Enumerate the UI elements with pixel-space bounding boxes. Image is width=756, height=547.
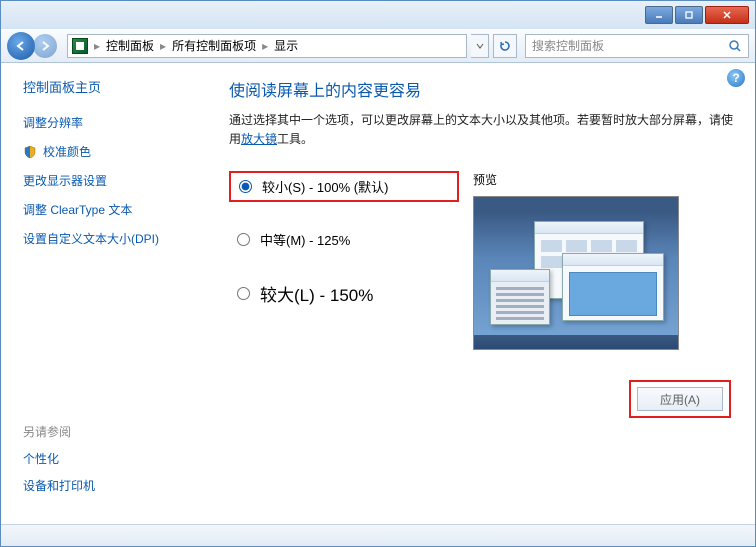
nav-buttons (7, 32, 57, 60)
shield-icon (23, 145, 37, 159)
address-dropdown-button[interactable] (471, 34, 489, 58)
option-label: 中等(M) - 125% (260, 230, 350, 249)
preview-image (473, 196, 679, 350)
navbar: ▸ 控制面板 ▸ 所有控制面板项 ▸ 显示 搜索控制面板 (1, 29, 755, 63)
preview-taskbar-icon (474, 335, 678, 349)
control-panel-home-link[interactable]: 控制面板主页 (19, 77, 201, 96)
help-icon[interactable]: ? (727, 69, 745, 87)
window: ▸ 控制面板 ▸ 所有控制面板项 ▸ 显示 搜索控制面板 控制面板主页 调整分辨… (0, 0, 756, 547)
sidebar-links: 调整分辨率 校准颜色 更改显示器设置 调整 ClearType 文本 设置自定义… (19, 114, 201, 247)
body: 控制面板主页 调整分辨率 校准颜色 更改显示器设置 调整 ClearType 文… (1, 63, 755, 524)
option-larger[interactable]: 较大(L) - 150% (229, 277, 459, 310)
radio-medium[interactable] (237, 233, 250, 246)
minimize-button[interactable] (645, 6, 673, 24)
breadcrumb[interactable]: 所有控制面板项 (172, 37, 256, 54)
sidebar-link-custom-dpi[interactable]: 设置自定义文本大小(DPI) (19, 230, 201, 247)
apply-highlight: 应用(A) (629, 380, 731, 418)
control-panel-icon (72, 38, 88, 54)
apply-button[interactable]: 应用(A) (637, 387, 723, 411)
back-button[interactable] (7, 32, 35, 60)
sidebar-link-cleartype[interactable]: 调整 ClearType 文本 (19, 201, 201, 218)
search-placeholder: 搜索控制面板 (532, 37, 728, 54)
main-panel: ? 使阅读屏幕上的内容更容易 通过选择其中一个选项，可以更改屏幕上的文本大小以及… (211, 63, 755, 524)
titlebar (1, 1, 755, 29)
maximize-button[interactable] (675, 6, 703, 24)
option-medium[interactable]: 中等(M) - 125% (229, 226, 459, 253)
breadcrumb[interactable]: 控制面板 (106, 37, 154, 54)
sidebar-link-calibrate-color[interactable]: 校准颜色 (19, 143, 201, 160)
statusbar (1, 524, 755, 546)
options-row: 较小(S) - 100% (默认) 中等(M) - 125% 较大(L) - 1… (229, 171, 735, 350)
see-also-devices-printers[interactable]: 设备和打印机 (23, 477, 201, 494)
magnifier-link[interactable]: 放大镜 (241, 132, 277, 146)
chevron-right-icon: ▸ (160, 39, 166, 53)
apply-row: 应用(A) (229, 380, 735, 418)
sidebar-link-resolution[interactable]: 调整分辨率 (19, 114, 201, 131)
search-input[interactable]: 搜索控制面板 (525, 34, 749, 58)
preview-window-icon (562, 253, 664, 321)
option-label: 较小(S) - 100% (默认) (262, 177, 388, 196)
sidebar-see-also: 另请参阅 个性化 设备和打印机 (19, 423, 201, 514)
chevron-right-icon: ▸ (262, 39, 268, 53)
see-also-personalization[interactable]: 个性化 (23, 450, 201, 467)
dpi-options: 较小(S) - 100% (默认) 中等(M) - 125% 较大(L) - 1… (229, 171, 459, 350)
sidebar: 控制面板主页 调整分辨率 校准颜色 更改显示器设置 调整 ClearType 文… (1, 63, 211, 524)
chevron-right-icon: ▸ (94, 39, 100, 53)
option-smaller[interactable]: 较小(S) - 100% (默认) (229, 171, 459, 202)
radio-smaller[interactable] (239, 180, 252, 193)
preview-label: 预览 (473, 171, 735, 188)
option-label: 较大(L) - 150% (260, 281, 373, 306)
breadcrumb[interactable]: 显示 (274, 37, 298, 54)
address-bar[interactable]: ▸ 控制面板 ▸ 所有控制面板项 ▸ 显示 (67, 34, 467, 58)
preview-column: 预览 (459, 171, 735, 350)
radio-larger[interactable] (237, 287, 250, 300)
close-button[interactable] (705, 6, 749, 24)
refresh-button[interactable] (493, 34, 517, 58)
sidebar-link-display-settings[interactable]: 更改显示器设置 (19, 172, 201, 189)
preview-window-icon (490, 269, 550, 325)
page-description: 通过选择其中一个选项，可以更改屏幕上的文本大小以及其他项。若要暂时放大部分屏幕，… (229, 111, 735, 149)
search-icon (728, 39, 742, 53)
page-title: 使阅读屏幕上的内容更容易 (229, 77, 735, 101)
see-also-title: 另请参阅 (23, 423, 201, 440)
forward-button[interactable] (33, 34, 57, 58)
